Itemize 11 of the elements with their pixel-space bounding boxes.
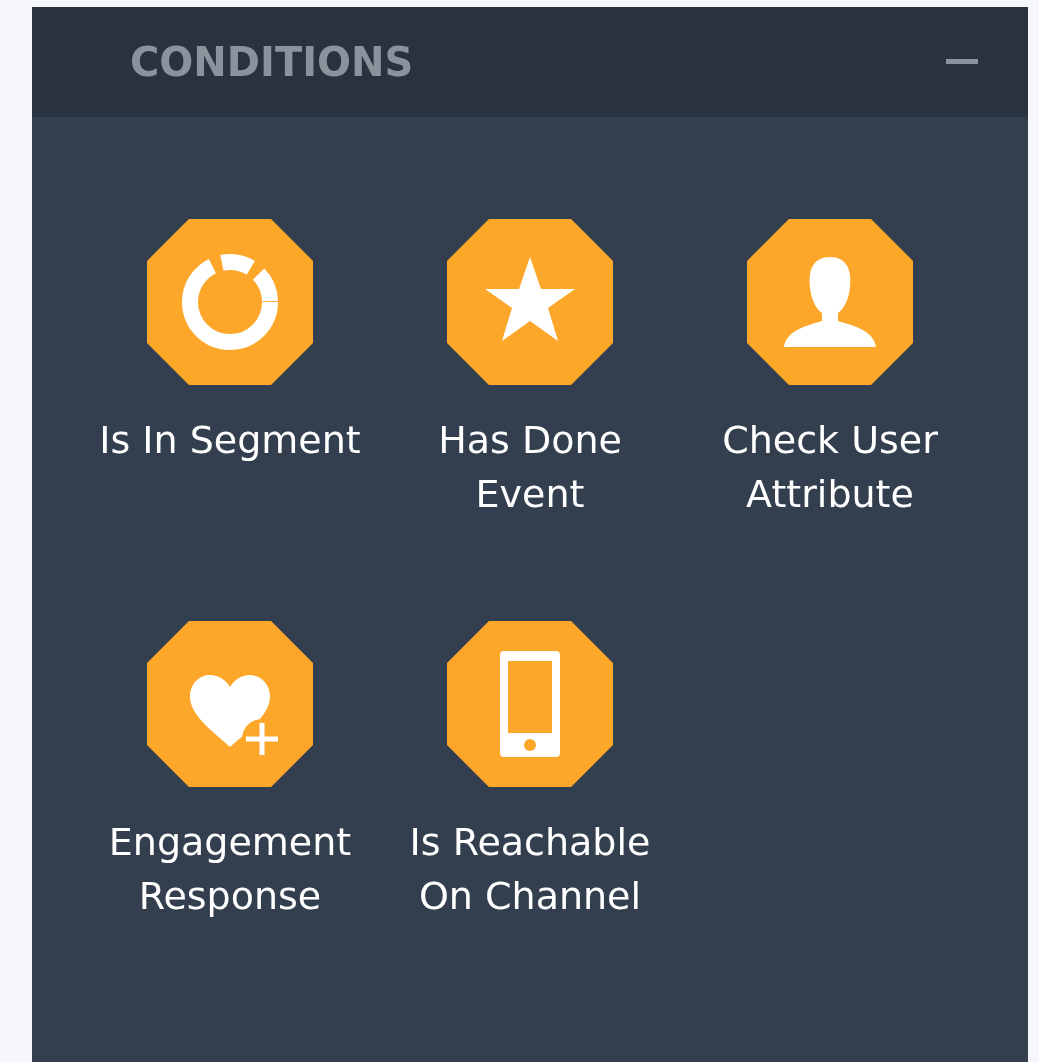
star-icon[interactable] (447, 219, 613, 385)
condition-label[interactable]: Has Done Event (385, 413, 675, 521)
panel-title: CONDITIONS (130, 38, 414, 87)
condition-label[interactable]: Is In Segment (85, 413, 375, 467)
phone-icon[interactable] (447, 621, 613, 787)
person-icon[interactable] (747, 219, 913, 385)
ring-chart-icon[interactable] (147, 219, 313, 385)
condition-label[interactable]: Engagement Response (85, 815, 375, 923)
condition-label[interactable]: Is Reachable On Channel (385, 815, 675, 923)
heart-plus-icon[interactable] (147, 621, 313, 787)
condition-label[interactable]: Check User Attribute (685, 413, 975, 521)
